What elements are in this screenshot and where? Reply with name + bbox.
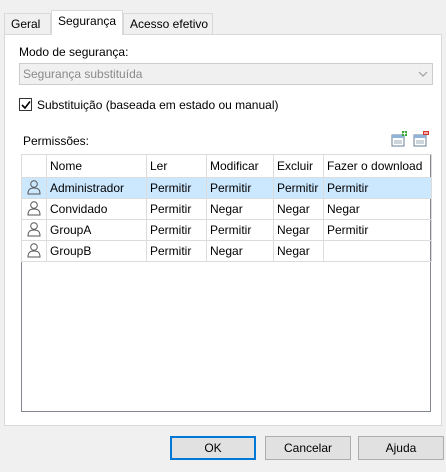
column-header-nome[interactable]: Nome (46, 154, 147, 178)
help-button[interactable]: Ajuda (358, 436, 444, 460)
cell-name: GroupA (46, 219, 147, 241)
table-row[interactable]: Administrador Permitir Permitir Permitir… (21, 177, 432, 199)
security-mode-select[interactable]: Segurança substituída (19, 63, 433, 85)
column-header-excluir[interactable]: Excluir (273, 154, 324, 178)
permissions-label: Permissões: (23, 134, 90, 148)
checkmark-icon (21, 101, 31, 110)
tab-geral[interactable]: Geral (4, 13, 51, 34)
cell-read: Permitir (146, 240, 207, 262)
cell-delete: Negar (273, 219, 324, 241)
security-mode-label: Modo de segurança: (19, 45, 129, 59)
cancel-button[interactable]: Cancelar (265, 436, 351, 460)
cell-read: Permitir (146, 177, 207, 199)
cell-download: Permitir (323, 219, 432, 241)
security-mode-value: Segurança substituída (23, 67, 143, 81)
table-row[interactable]: Convidado Permitir Negar Negar Negar (21, 198, 432, 220)
cell-delete: Negar (273, 240, 324, 262)
tab-acesso-efetivo[interactable]: Acesso efetivo (123, 13, 213, 34)
chevron-down-icon (418, 65, 428, 91)
cell-download: Negar (323, 198, 432, 220)
column-header-download[interactable]: Fazer o download (323, 154, 432, 178)
override-label[interactable]: Substituição (baseada em estado ou manua… (37, 98, 278, 112)
column-header-icon (21, 154, 47, 178)
cell-modify: Permitir (206, 219, 274, 241)
user-icon (21, 219, 47, 241)
add-permission-icon[interactable] (391, 131, 408, 148)
permissions-table[interactable]: Nome Ler Modificar Excluir Fazer o downl… (21, 154, 432, 412)
table-row[interactable]: GroupB Permitir Negar Negar (21, 240, 432, 262)
ok-button[interactable]: OK (170, 436, 256, 460)
remove-permission-icon[interactable] (413, 131, 430, 148)
table-row[interactable]: GroupA Permitir Permitir Negar Permitir (21, 219, 432, 241)
override-checkbox[interactable] (19, 98, 32, 111)
cell-delete: Negar (273, 198, 324, 220)
cell-read: Permitir (146, 219, 207, 241)
cell-name: Convidado (46, 198, 147, 220)
user-icon (21, 177, 47, 199)
table-header-row: Nome Ler Modificar Excluir Fazer o downl… (21, 154, 432, 178)
cell-name: Administrador (46, 177, 147, 199)
user-icon (21, 240, 47, 262)
cell-name: GroupB (46, 240, 147, 262)
user-icon (21, 198, 47, 220)
cell-modify: Negar (206, 240, 274, 262)
cell-modify: Negar (206, 198, 274, 220)
cell-download: Permitir (323, 177, 432, 199)
cell-modify: Permitir (206, 177, 274, 199)
cell-read: Permitir (146, 198, 207, 220)
column-header-modificar[interactable]: Modificar (206, 154, 274, 178)
tab-seguranca[interactable]: Segurança (51, 10, 123, 35)
cell-download (323, 240, 432, 262)
security-panel: Modo de segurança: Segurança substituída… (4, 34, 442, 426)
cell-delete: Permitir (273, 177, 324, 199)
column-header-ler[interactable]: Ler (146, 154, 207, 178)
